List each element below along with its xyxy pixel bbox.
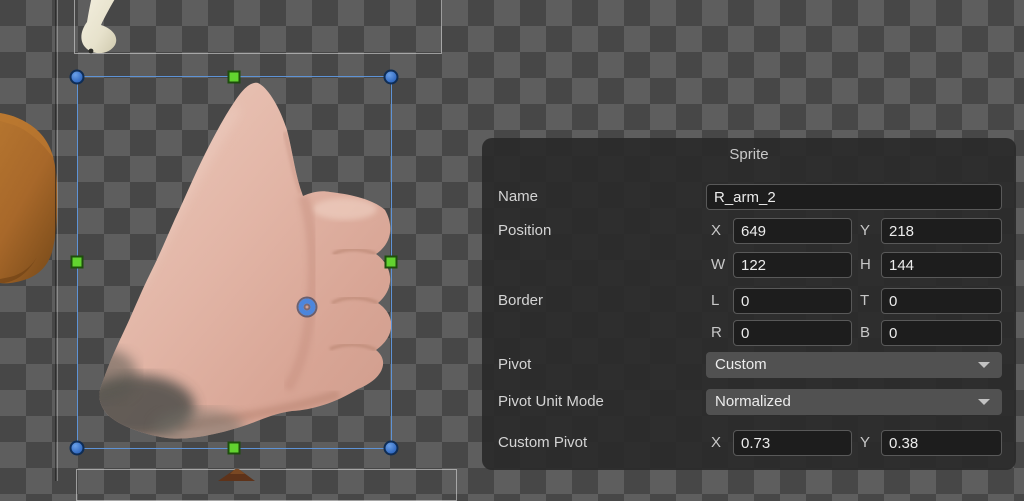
custom-pivot-x-prefix: X xyxy=(711,430,721,456)
selection-handle-mid-top[interactable] xyxy=(228,71,241,84)
custom-pivot-y-input[interactable] xyxy=(881,430,1002,456)
border-l-input[interactable] xyxy=(733,288,852,314)
border-l-prefix: L xyxy=(711,288,719,314)
position-y-input[interactable] xyxy=(881,218,1002,244)
pivot-dropdown[interactable]: Custom xyxy=(706,352,1002,378)
texture-border-line-dark xyxy=(55,0,56,481)
border-b-input[interactable] xyxy=(881,320,1002,346)
selection-handle-corner-tr[interactable] xyxy=(384,70,399,85)
position-h-input[interactable] xyxy=(881,252,1002,278)
pivot-unit-mode-dropdown[interactable]: Normalized xyxy=(706,389,1002,415)
selection-handle-mid-left[interactable] xyxy=(71,256,84,269)
selection-handle-mid-right[interactable] xyxy=(385,256,398,269)
border-label: Border xyxy=(498,288,543,314)
selection-handle-corner-br[interactable] xyxy=(384,441,399,456)
border-b-prefix: B xyxy=(860,320,870,346)
pivot-unit-mode-label: Pivot Unit Mode xyxy=(498,389,604,415)
custom-pivot-label: Custom Pivot xyxy=(498,430,587,456)
pivot-dropdown-value: Custom xyxy=(715,356,767,373)
border-t-prefix: T xyxy=(860,288,869,314)
pivot-unit-mode-dropdown-value: Normalized xyxy=(715,393,791,410)
custom-pivot-y-prefix: Y xyxy=(860,430,870,456)
position-x-prefix: X xyxy=(711,218,721,244)
name-input[interactable] xyxy=(706,184,1002,210)
sprite-editor-canvas: { "panel": { "title": "Sprite", "name": … xyxy=(0,0,1024,481)
hand-sprite[interactable] xyxy=(77,77,391,448)
position-w-prefix: W xyxy=(711,252,725,278)
custom-pivot-x-input[interactable] xyxy=(733,430,852,456)
sprite-inspector-panel: Sprite Name Position X Y W H Border L T … xyxy=(482,138,1016,470)
border-r-prefix: R xyxy=(711,320,722,346)
position-x-input[interactable] xyxy=(733,218,852,244)
border-r-input[interactable] xyxy=(733,320,852,346)
position-y-prefix: Y xyxy=(860,218,870,244)
position-h-prefix: H xyxy=(860,252,871,278)
orange-sprite-fragment[interactable] xyxy=(0,105,62,295)
selection-handle-corner-bl[interactable] xyxy=(70,441,85,456)
position-w-input[interactable] xyxy=(733,252,852,278)
name-label: Name xyxy=(498,184,538,210)
pivot-point-handle[interactable] xyxy=(299,299,316,316)
selection-handle-mid-bottom[interactable] xyxy=(228,442,241,455)
bone-sprite-fragment[interactable] xyxy=(60,0,150,64)
pivot-label: Pivot xyxy=(498,352,531,378)
texture-border-line xyxy=(57,0,58,481)
brown-sprite-fragment[interactable] xyxy=(212,468,268,481)
panel-title: Sprite xyxy=(482,146,1016,163)
chevron-down-icon xyxy=(978,399,990,405)
position-label: Position xyxy=(498,218,551,244)
chevron-down-icon xyxy=(978,362,990,368)
border-t-input[interactable] xyxy=(881,288,1002,314)
selection-handle-corner-tl[interactable] xyxy=(70,70,85,85)
